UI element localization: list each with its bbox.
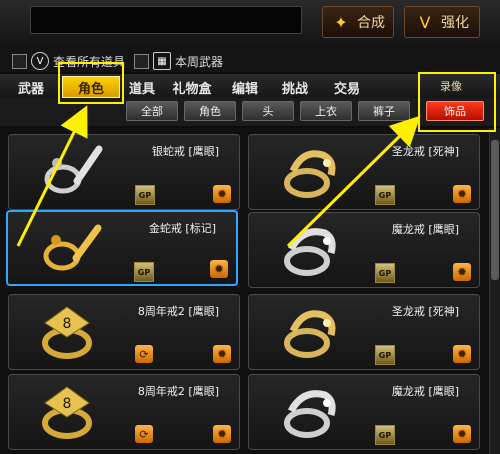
gp-refresh-badge: GP — [134, 262, 154, 282]
item-card[interactable]: 魔龙戒 [鹰眼] GP ✹ — [248, 374, 480, 450]
this-week-label: 本周武器 — [175, 54, 224, 69]
anniversary-ring-icon: 8 — [42, 386, 92, 439]
refresh-icon[interactable]: ⟳ — [135, 425, 153, 443]
gp-refresh-badge: GP — [135, 185, 155, 205]
gear-icon[interactable]: ✹ — [210, 260, 228, 278]
gear-icon[interactable]: ✹ — [213, 425, 231, 443]
gold-snake-ring-icon — [43, 224, 102, 271]
demon-dragon-ring-icon — [284, 390, 336, 438]
enhance-button[interactable]: V 强化 — [404, 6, 480, 38]
item-card[interactable]: 圣龙戒 [死神] GP ✹ — [248, 294, 480, 370]
item-name: 8周年戒2 [鹰眼] — [137, 385, 219, 398]
tab-weapons[interactable]: 武器 — [8, 76, 54, 98]
tab-trade[interactable]: 交易 — [322, 76, 372, 98]
checkbox-box[interactable] — [12, 53, 27, 69]
subtab-head[interactable]: 头 — [242, 101, 294, 121]
search-input[interactable] — [30, 6, 302, 34]
gp-refresh-badge: GP — [375, 263, 395, 283]
item-card-selected[interactable]: 金蛇戒 [标记] GP ✹ — [6, 210, 238, 286]
magic-wand-icon: ✦ — [334, 12, 348, 32]
dragon-ring-icon — [284, 310, 336, 358]
tab-edit[interactable]: 编辑 — [222, 76, 268, 98]
gear-icon[interactable]: ✹ — [453, 425, 471, 443]
gp-refresh-badge: GP — [375, 425, 395, 445]
gear-icon[interactable]: ✹ — [453, 345, 471, 363]
item-card[interactable]: 魔龙戒 [鹰眼] GP ✹ — [248, 212, 480, 288]
subtab-top[interactable]: 上衣 — [300, 101, 352, 121]
item-name: 金蛇戒 [标记] — [148, 222, 216, 235]
item-name: 8周年戒2 [鹰眼] — [137, 305, 219, 318]
v-chevron-icon: V — [419, 12, 431, 32]
scrollbar-thumb[interactable] — [491, 140, 499, 280]
item-name: 圣龙戒 [死神] — [391, 305, 459, 318]
gp-refresh-badge: GP — [375, 345, 395, 365]
gear-icon[interactable]: ✹ — [453, 263, 471, 281]
snake-ring-icon — [44, 145, 103, 194]
gear-icon[interactable]: ✹ — [213, 345, 231, 363]
subtab-character[interactable]: 角色 — [184, 101, 236, 121]
compose-button[interactable]: ✦ 合成 — [322, 6, 394, 38]
highlight-character-tab — [58, 62, 124, 104]
v-badge-icon: V — [31, 52, 49, 70]
tab-giftbox[interactable]: 礼物盒 — [166, 76, 218, 98]
subtab-pants[interactable]: 裤子 — [358, 101, 410, 121]
refresh-icon[interactable]: ⟳ — [135, 345, 153, 363]
enhance-label: 强化 — [441, 15, 469, 31]
demon-dragon-ring-icon — [284, 228, 336, 276]
checkbox-box[interactable] — [134, 53, 149, 69]
gp-refresh-badge: GP — [375, 185, 395, 205]
highlight-accessory-subtab — [418, 72, 496, 132]
item-card[interactable]: 圣龙戒 [死神] GP ✹ — [248, 134, 480, 210]
tab-challenge[interactable]: 挑战 — [272, 76, 318, 98]
svg-text:8: 8 — [63, 316, 72, 332]
svg-text:8: 8 — [63, 396, 72, 412]
item-card[interactable]: 8 8周年戒2 [鹰眼] ⟳ ✹ — [8, 294, 240, 370]
tab-items[interactable]: 道具 — [122, 76, 162, 98]
anniversary-ring-icon: 8 — [42, 306, 92, 359]
this-week-checkbox[interactable]: ▦ 本周武器 — [134, 52, 223, 70]
gear-icon[interactable]: ✹ — [453, 185, 471, 203]
item-name: 魔龙戒 [鹰眼] — [391, 223, 459, 236]
compose-label: 合成 — [357, 15, 385, 31]
subtab-all[interactable]: 全部 — [126, 101, 178, 121]
item-card[interactable]: 银蛇戒 [鹰眼] GP ✹ — [8, 134, 240, 210]
item-name: 银蛇戒 [鹰眼] — [151, 145, 219, 158]
dragon-ring-icon — [284, 150, 336, 198]
item-name: 魔龙戒 [鹰眼] — [391, 385, 459, 398]
item-card[interactable]: 8 8周年戒2 [鹰眼] ⟳ ✹ — [8, 374, 240, 450]
weapon-grid-icon: ▦ — [153, 52, 171, 70]
item-name: 圣龙戒 [死神] — [391, 145, 459, 158]
gear-icon[interactable]: ✹ — [213, 185, 231, 203]
